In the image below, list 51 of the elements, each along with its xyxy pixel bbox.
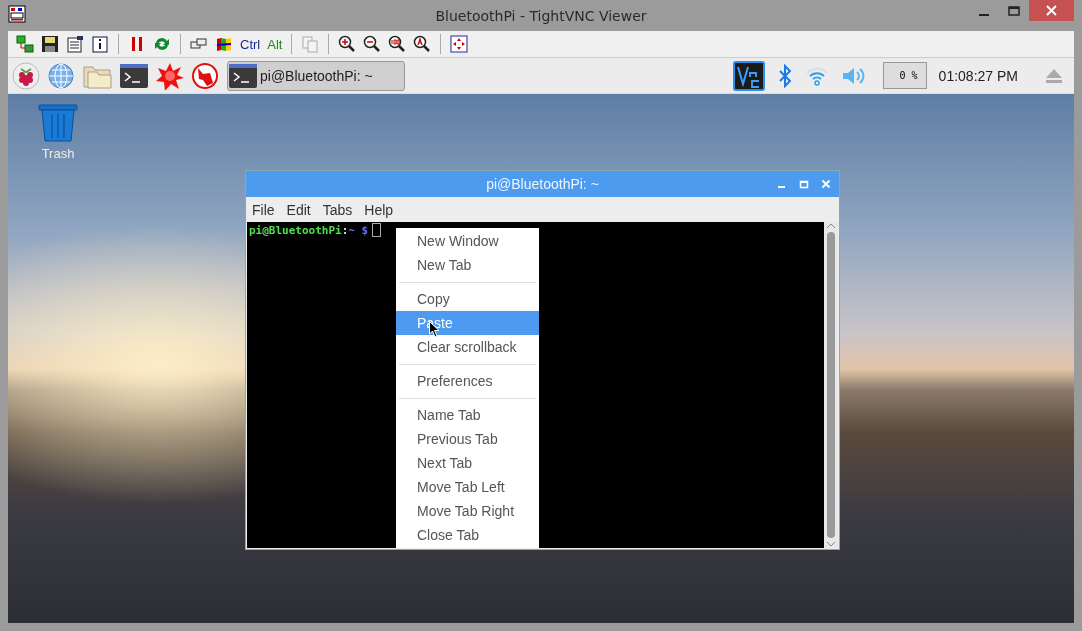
info-icon[interactable] — [91, 35, 109, 53]
context-menu-item[interactable]: Name Tab — [396, 403, 539, 427]
zoom-fit-icon[interactable] — [413, 35, 432, 53]
scrollbar[interactable] — [824, 222, 838, 548]
globe-icon[interactable] — [47, 61, 75, 90]
maximize-button[interactable] — [799, 179, 809, 189]
zoom-out-icon[interactable] — [363, 35, 382, 53]
terminal-icon — [228, 61, 258, 90]
taskbar-window-button[interactable]: pi@BluetoothPi: ~ — [227, 60, 405, 91]
raspberry-menu-icon[interactable] — [12, 61, 40, 90]
context-menu-item[interactable]: Preferences — [396, 369, 539, 393]
maximize-icon — [1008, 5, 1020, 16]
context-menu-item[interactable]: Previous Tab — [396, 427, 539, 451]
close-icon — [1046, 5, 1057, 16]
context-menu-item[interactable]: Close Tab — [396, 523, 539, 547]
context-menu-item[interactable]: New Tab — [396, 253, 539, 277]
ctrl-key-button[interactable]: Ctrl — [238, 33, 263, 55]
context-menu-item[interactable]: Next Tab — [396, 451, 539, 475]
menu-item[interactable]: Help — [364, 201, 394, 218]
context-menu-item[interactable]: Clear scrollback — [396, 335, 539, 359]
fullscreen-icon[interactable] — [450, 35, 469, 53]
zoom-in-icon[interactable] — [338, 35, 357, 53]
context-menu-item[interactable]: Move Tab Left — [396, 475, 539, 499]
context-menu-item[interactable]: Move Tab Right — [396, 499, 539, 523]
desktop-icon-label: Trash — [41, 146, 75, 161]
zoom-actual-size-icon[interactable] — [388, 35, 407, 53]
terminal-icon[interactable] — [119, 61, 149, 90]
terminal-prompt: pi@BluetoothPi:~ $ — [249, 223, 369, 237]
options-icon[interactable] — [66, 35, 84, 53]
flag-keys-icon[interactable] — [215, 35, 233, 53]
new-connection-icon[interactable] — [16, 35, 34, 53]
text-cursor — [372, 223, 382, 237]
cpu-monitor: 0 % — [882, 62, 927, 89]
starburst-icon[interactable] — [156, 61, 184, 90]
menu-item[interactable]: Tabs — [322, 201, 353, 218]
close-button[interactable] — [821, 179, 831, 189]
clock: 01:08:27 PM — [938, 67, 1018, 84]
context-menu-item[interactable]: Copy — [396, 287, 539, 311]
save-icon[interactable] — [41, 35, 59, 53]
vnc-server-icon[interactable] — [732, 60, 765, 91]
bluetooth-icon[interactable] — [776, 63, 793, 88]
menu-item[interactable]: File — [252, 201, 275, 218]
minimize-icon — [979, 13, 989, 16]
context-menu-item[interactable]: New Window — [396, 229, 539, 253]
close-button[interactable] — [1029, 0, 1074, 21]
window-title: BluetoothPi - TightVNC Viewer — [435, 7, 647, 24]
alt-key-button[interactable]: Alt — [265, 33, 285, 55]
terminal-title: pi@BluetoothPi: ~ — [486, 176, 599, 192]
refresh-icon[interactable] — [153, 35, 171, 53]
vnc-app-icon — [8, 5, 26, 23]
menu-item[interactable]: Edit — [286, 201, 311, 218]
